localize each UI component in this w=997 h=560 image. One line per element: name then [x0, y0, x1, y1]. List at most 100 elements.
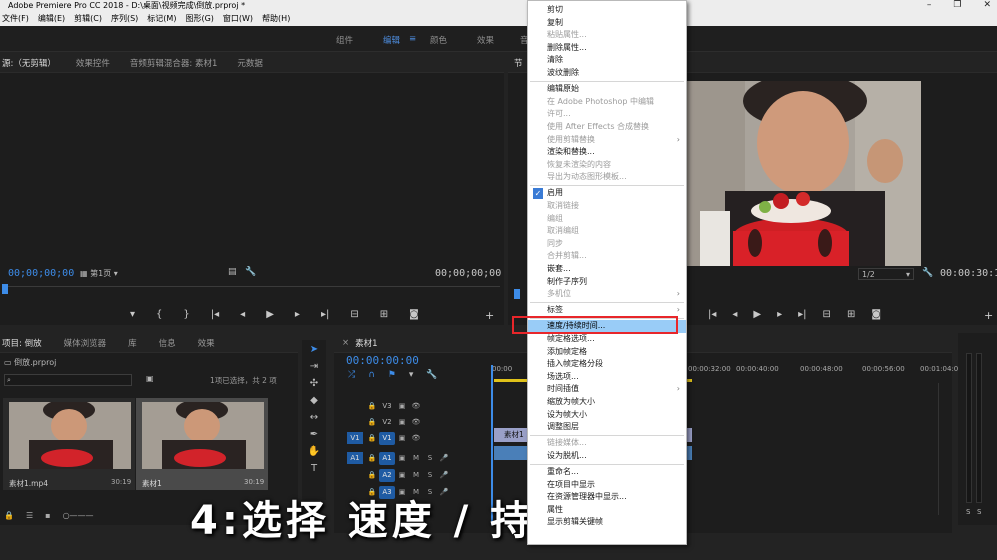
- track-label[interactable]: V2: [379, 416, 395, 429]
- context-menu-item[interactable]: 清除: [528, 54, 686, 67]
- new-bin-icon[interactable]: ▣: [146, 374, 154, 383]
- context-menu-item[interactable]: 在项目中显示: [528, 479, 686, 492]
- project-search-input[interactable]: ⌕: [4, 374, 132, 386]
- minimize-button[interactable]: –: [927, 0, 932, 12]
- ripple-edit-tool-icon[interactable]: ✣: [310, 378, 318, 389]
- context-menu-item[interactable]: 插入帧定格分段: [528, 358, 686, 371]
- context-menu-item[interactable]: 设为脱机...: [528, 450, 686, 463]
- workspace-tab-color[interactable]: 颜色: [430, 34, 447, 46]
- linked-selection-icon[interactable]: ⚑: [388, 370, 396, 380]
- settings-icon[interactable]: ▤: [228, 267, 237, 277]
- context-menu-item[interactable]: 渲染和替换...: [528, 146, 686, 159]
- camera-icon[interactable]: ◙: [409, 309, 419, 320]
- list-view-icon[interactable]: ☰: [26, 511, 33, 520]
- context-menu-item[interactable]: 制作子序列: [528, 276, 686, 289]
- context-menu-item[interactable]: 删除属性...: [528, 42, 686, 55]
- context-menu-item[interactable]: ✓ 启用: [528, 187, 686, 200]
- eye-icon[interactable]: 👁: [409, 400, 423, 412]
- timeline-scrollbar[interactable]: [938, 383, 946, 515]
- menu-graphics[interactable]: 图形(G): [185, 12, 213, 26]
- timeline-timecode[interactable]: 00:00:00:00: [346, 354, 419, 367]
- project-item-card-selected[interactable]: 素材1 30:19: [136, 398, 268, 490]
- workspace-tab-assembly[interactable]: 组件: [336, 34, 353, 46]
- add-button-icon[interactable]: +: [485, 309, 494, 322]
- zoom-select[interactable]: 1/2 ▾: [858, 268, 914, 280]
- icon-view-icon[interactable]: ▪: [45, 511, 50, 520]
- add-marker-icon[interactable]: ▾: [409, 370, 414, 380]
- marker-icon[interactable]: ▾: [130, 309, 135, 320]
- workspace-tab-effects[interactable]: 效果: [477, 34, 494, 46]
- menu-window[interactable]: 窗口(W): [223, 12, 253, 26]
- tab-libraries[interactable]: 库: [128, 337, 137, 349]
- track-label[interactable]: A1: [379, 451, 395, 465]
- camera-icon[interactable]: ◙: [871, 309, 881, 320]
- context-menu-item[interactable]: 设为帧大小: [528, 409, 686, 422]
- step-back-icon[interactable]: ◂: [240, 309, 245, 320]
- play-icon[interactable]: ▶: [266, 309, 274, 320]
- overwrite-icon[interactable]: ⊞: [380, 309, 388, 320]
- context-menu-item[interactable]: 帧定格选项...: [528, 333, 686, 346]
- eye-icon[interactable]: 👁: [409, 416, 423, 428]
- lift-icon[interactable]: ⊟: [823, 309, 831, 320]
- go-to-out-icon[interactable]: ▸|: [321, 309, 329, 320]
- solo-left-button[interactable]: S: [966, 508, 970, 516]
- step-forward-icon[interactable]: ▸: [295, 309, 300, 320]
- maximize-button[interactable]: ❐: [953, 0, 961, 12]
- tab-effect-controls[interactable]: 效果控件: [76, 57, 110, 69]
- program-playhead[interactable]: [514, 289, 520, 299]
- menu-file[interactable]: 文件(F): [2, 12, 29, 26]
- sync-lock-icon[interactable]: ▣: [395, 452, 409, 464]
- tab-media-browser[interactable]: 媒体浏览器: [64, 337, 107, 349]
- program-add-button-icon[interactable]: +: [984, 309, 993, 322]
- slip-tool-icon[interactable]: ↔: [310, 412, 318, 423]
- menu-clip[interactable]: 剪辑(C): [74, 12, 102, 26]
- context-menu-item[interactable]: 缩放为帧大小: [528, 396, 686, 409]
- workspace-tab-editing[interactable]: 编辑: [383, 34, 400, 46]
- selection-tool-icon[interactable]: ➤: [310, 344, 318, 355]
- source-patch-v1[interactable]: V1: [347, 432, 363, 444]
- context-menu-item[interactable]: 在资源管理器中显示...: [528, 491, 686, 504]
- track-label[interactable]: V3: [379, 400, 395, 413]
- tab-sequence[interactable]: 素材1: [355, 337, 377, 349]
- mute-button[interactable]: M: [409, 469, 423, 481]
- source-patch-a1[interactable]: A1: [347, 452, 363, 464]
- context-menu-item[interactable]: 标签 ›: [528, 304, 686, 317]
- sync-lock-icon[interactable]: ▣: [395, 416, 409, 428]
- insert-icon[interactable]: ⊟: [350, 309, 358, 320]
- track-label[interactable]: A2: [379, 468, 395, 482]
- context-menu-item[interactable]: 添加帧定格: [528, 346, 686, 359]
- close-icon[interactable]: ×: [342, 338, 349, 348]
- step-back-icon[interactable]: ◂: [732, 309, 737, 320]
- eye-icon[interactable]: 👁: [409, 432, 423, 444]
- context-menu-item[interactable]: 属性: [528, 504, 686, 517]
- track-select-tool-icon[interactable]: ⇥: [310, 361, 318, 372]
- go-to-in-icon[interactable]: |◂: [708, 309, 716, 320]
- context-menu-item[interactable]: 嵌套...: [528, 263, 686, 276]
- zoom-slider[interactable]: ○———: [63, 511, 94, 520]
- track-lock-icon[interactable]: 🔒: [365, 416, 379, 428]
- play-icon[interactable]: ▶: [753, 309, 761, 320]
- lock-icon[interactable]: 🔒: [4, 511, 14, 520]
- mark-in-icon[interactable]: {: [156, 309, 162, 320]
- track-label[interactable]: V1: [379, 431, 395, 445]
- context-menu-item[interactable]: 波纹删除: [528, 67, 686, 80]
- nest-icon[interactable]: ⤮: [348, 370, 355, 380]
- microphone-icon[interactable]: 🎤: [437, 452, 451, 464]
- pen-tool-icon[interactable]: ✒: [310, 429, 318, 440]
- go-to-out-icon[interactable]: ▸|: [798, 309, 806, 320]
- solo-right-button[interactable]: S: [977, 508, 981, 516]
- timeline-settings-icon[interactable]: 🔧: [426, 370, 437, 380]
- menu-sequence[interactable]: 序列(S): [111, 12, 138, 26]
- sync-lock-icon[interactable]: ▣: [395, 432, 409, 444]
- extract-icon[interactable]: ⊞: [847, 309, 855, 320]
- type-tool-icon[interactable]: T: [311, 463, 317, 474]
- workspace-menu-icon[interactable]: ≡: [409, 34, 416, 44]
- mark-out-icon[interactable]: }: [183, 309, 189, 320]
- tab-effects[interactable]: 效果: [198, 337, 215, 349]
- close-button[interactable]: ✕: [983, 0, 991, 12]
- menu-help[interactable]: 帮助(H): [262, 12, 290, 26]
- sync-lock-icon[interactable]: ▣: [395, 469, 409, 481]
- program-wrench-icon[interactable]: 🔧: [922, 268, 933, 278]
- snap-icon[interactable]: ∩: [368, 370, 375, 380]
- context-menu-item[interactable]: 调整图层: [528, 421, 686, 434]
